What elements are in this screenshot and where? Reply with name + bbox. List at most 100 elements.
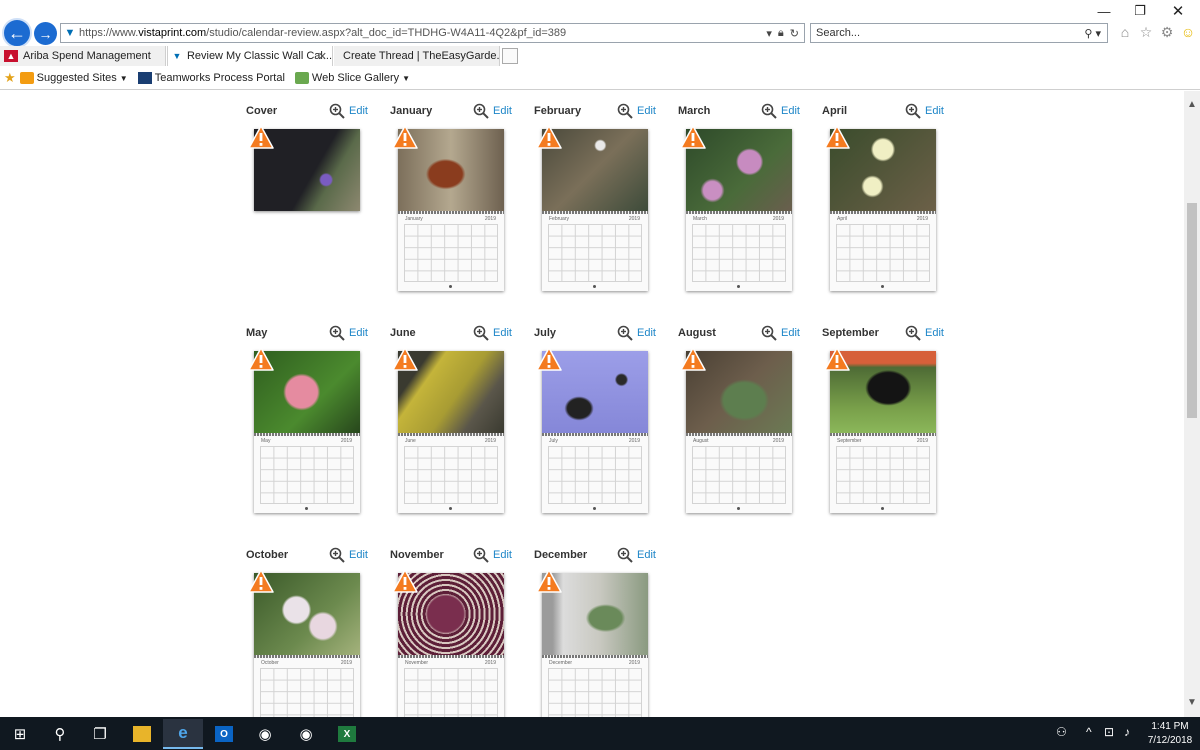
edit-link[interactable]: Edit	[781, 105, 800, 117]
zoom-in-icon[interactable]	[761, 325, 777, 341]
restore-button[interactable]: ❐	[1120, 0, 1160, 22]
warning-icon[interactable]	[536, 569, 562, 593]
warning-icon[interactable]	[392, 347, 418, 371]
fav-suggested-sites[interactable]: Suggested Sites ▼	[19, 72, 128, 84]
search-box[interactable]: Search... ⚲ ▾	[810, 23, 1108, 43]
scroll-up-icon[interactable]: ▲	[1184, 99, 1200, 113]
preview-month-label: June	[405, 438, 416, 444]
scrollbar-thumb[interactable]	[1187, 203, 1197, 418]
edit-link[interactable]: Edit	[925, 105, 944, 117]
lock-icon[interactable]: 🔒︎	[778, 27, 784, 40]
file-explorer-button[interactable]	[122, 719, 162, 749]
edit-link[interactable]: Edit	[781, 327, 800, 339]
month-name: December	[534, 549, 588, 561]
warning-icon[interactable]	[536, 347, 562, 371]
edit-link[interactable]: Edit	[349, 549, 368, 561]
month-name: September	[822, 327, 879, 339]
volume-icon[interactable]: ♪	[1124, 725, 1130, 739]
page-thumbnail[interactable]: September 2019	[830, 351, 936, 513]
edit-link[interactable]: Edit	[925, 327, 944, 339]
edit-link[interactable]: Edit	[493, 549, 512, 561]
scroll-down-icon[interactable]: ▼	[1184, 697, 1200, 711]
gear-icon[interactable]: ⚙	[1158, 23, 1176, 41]
edit-link[interactable]: Edit	[349, 105, 368, 117]
tab-review-calendar[interactable]: ▼ Review My Classic Wall Cal... ✕	[167, 46, 333, 66]
warning-icon[interactable]	[248, 569, 274, 593]
chevron-up-icon[interactable]: ^	[1086, 725, 1092, 739]
page-thumbnail[interactable]: June 2019	[398, 351, 504, 513]
edit-link[interactable]: Edit	[637, 327, 656, 339]
forward-button[interactable]: →	[34, 22, 57, 45]
favorites-star-icon[interactable]: ☆	[1137, 23, 1155, 41]
page-thumbnail[interactable]: February 2019	[542, 129, 648, 291]
task-view-button[interactable]: ❐	[80, 719, 120, 749]
page-thumbnail[interactable]: January 2019	[398, 129, 504, 291]
page-thumbnail[interactable]: April 2019	[830, 129, 936, 291]
internet-explorer-button[interactable]: e	[163, 719, 203, 749]
address-bar[interactable]: ▼ https://www.vistaprint.com/studio/cale…	[60, 23, 805, 43]
zoom-in-icon[interactable]	[905, 325, 921, 341]
clock[interactable]: 1:41 PM 7/12/2018	[1142, 720, 1198, 748]
zoom-in-icon[interactable]	[905, 103, 921, 119]
warning-icon[interactable]	[824, 125, 850, 149]
warning-icon[interactable]	[680, 347, 706, 371]
page-thumbnail[interactable]: March 2019	[686, 129, 792, 291]
zoom-in-icon[interactable]	[473, 103, 489, 119]
new-tab-button[interactable]	[502, 48, 518, 64]
excel-button[interactable]: X	[327, 719, 367, 749]
close-tab-icon[interactable]: ✕	[318, 50, 327, 63]
tab-label: Ariba Spend Management	[23, 50, 151, 62]
warning-icon[interactable]	[824, 347, 850, 371]
warning-icon[interactable]	[248, 125, 274, 149]
tab-ariba[interactable]: ▲ Ariba Spend Management	[0, 46, 166, 66]
start-button[interactable]: ⊞	[0, 719, 40, 749]
warning-icon[interactable]	[536, 125, 562, 149]
back-button[interactable]: ←	[2, 18, 32, 48]
warning-icon[interactable]	[392, 125, 418, 149]
edit-link[interactable]: Edit	[493, 105, 512, 117]
warning-icon[interactable]	[248, 347, 274, 371]
app-button[interactable]: ◉	[245, 719, 285, 749]
warning-icon[interactable]	[680, 125, 706, 149]
zoom-in-icon[interactable]	[617, 325, 633, 341]
edit-link[interactable]: Edit	[637, 105, 656, 117]
fav-label: Teamworks Process Portal	[154, 72, 285, 84]
page-thumbnail[interactable]: December 2019	[542, 573, 648, 717]
zoom-in-icon[interactable]	[473, 547, 489, 563]
app-button[interactable]: ◉	[286, 719, 326, 749]
fav-teamworks[interactable]: Teamworks Process Portal	[137, 72, 285, 84]
favorites-add-star-icon[interactable]: ★	[4, 70, 16, 86]
close-window-button[interactable]: ✕	[1158, 0, 1198, 22]
outlook-button[interactable]: O	[204, 719, 244, 749]
dropdown-icon[interactable]: ▾	[766, 27, 772, 40]
zoom-in-icon[interactable]	[617, 103, 633, 119]
minimize-button[interactable]: —	[1084, 0, 1124, 22]
page-thumbnail[interactable]: July 2019	[542, 351, 648, 513]
fav-web-slice-gallery[interactable]: Web Slice Gallery ▼	[294, 72, 410, 84]
refresh-icon[interactable]: ↻	[790, 27, 799, 40]
search-input[interactable]: Search...	[816, 27, 1084, 39]
page-thumbnail[interactable]: October 2019	[254, 573, 360, 717]
zoom-in-icon[interactable]	[329, 103, 345, 119]
page-thumbnail[interactable]: August 2019	[686, 351, 792, 513]
address-url[interactable]: https://www.vistaprint.com/studio/calend…	[79, 27, 766, 39]
page-thumbnail[interactable]: November 2019	[398, 573, 504, 717]
edit-link[interactable]: Edit	[349, 327, 368, 339]
tab-create-thread[interactable]: Create Thread | TheEasyGarde...	[334, 46, 500, 66]
warning-icon[interactable]	[392, 569, 418, 593]
vertical-scrollbar[interactable]: ▲ ▼	[1184, 91, 1200, 717]
zoom-in-icon[interactable]	[329, 547, 345, 563]
zoom-in-icon[interactable]	[761, 103, 777, 119]
people-icon[interactable]: ⚇	[1056, 725, 1067, 739]
taskbar-search-button[interactable]: ⚲	[40, 719, 80, 749]
feedback-smiley-icon[interactable]: ☺	[1179, 23, 1197, 41]
zoom-in-icon[interactable]	[617, 547, 633, 563]
edit-link[interactable]: Edit	[493, 327, 512, 339]
page-thumbnail[interactable]: May 2019	[254, 351, 360, 513]
search-icon[interactable]: ⚲ ▾	[1084, 27, 1107, 40]
home-icon[interactable]: ⌂	[1116, 23, 1134, 41]
edit-link[interactable]: Edit	[637, 549, 656, 561]
zoom-in-icon[interactable]	[329, 325, 345, 341]
network-icon[interactable]: ⊡	[1104, 725, 1114, 739]
zoom-in-icon[interactable]	[473, 325, 489, 341]
